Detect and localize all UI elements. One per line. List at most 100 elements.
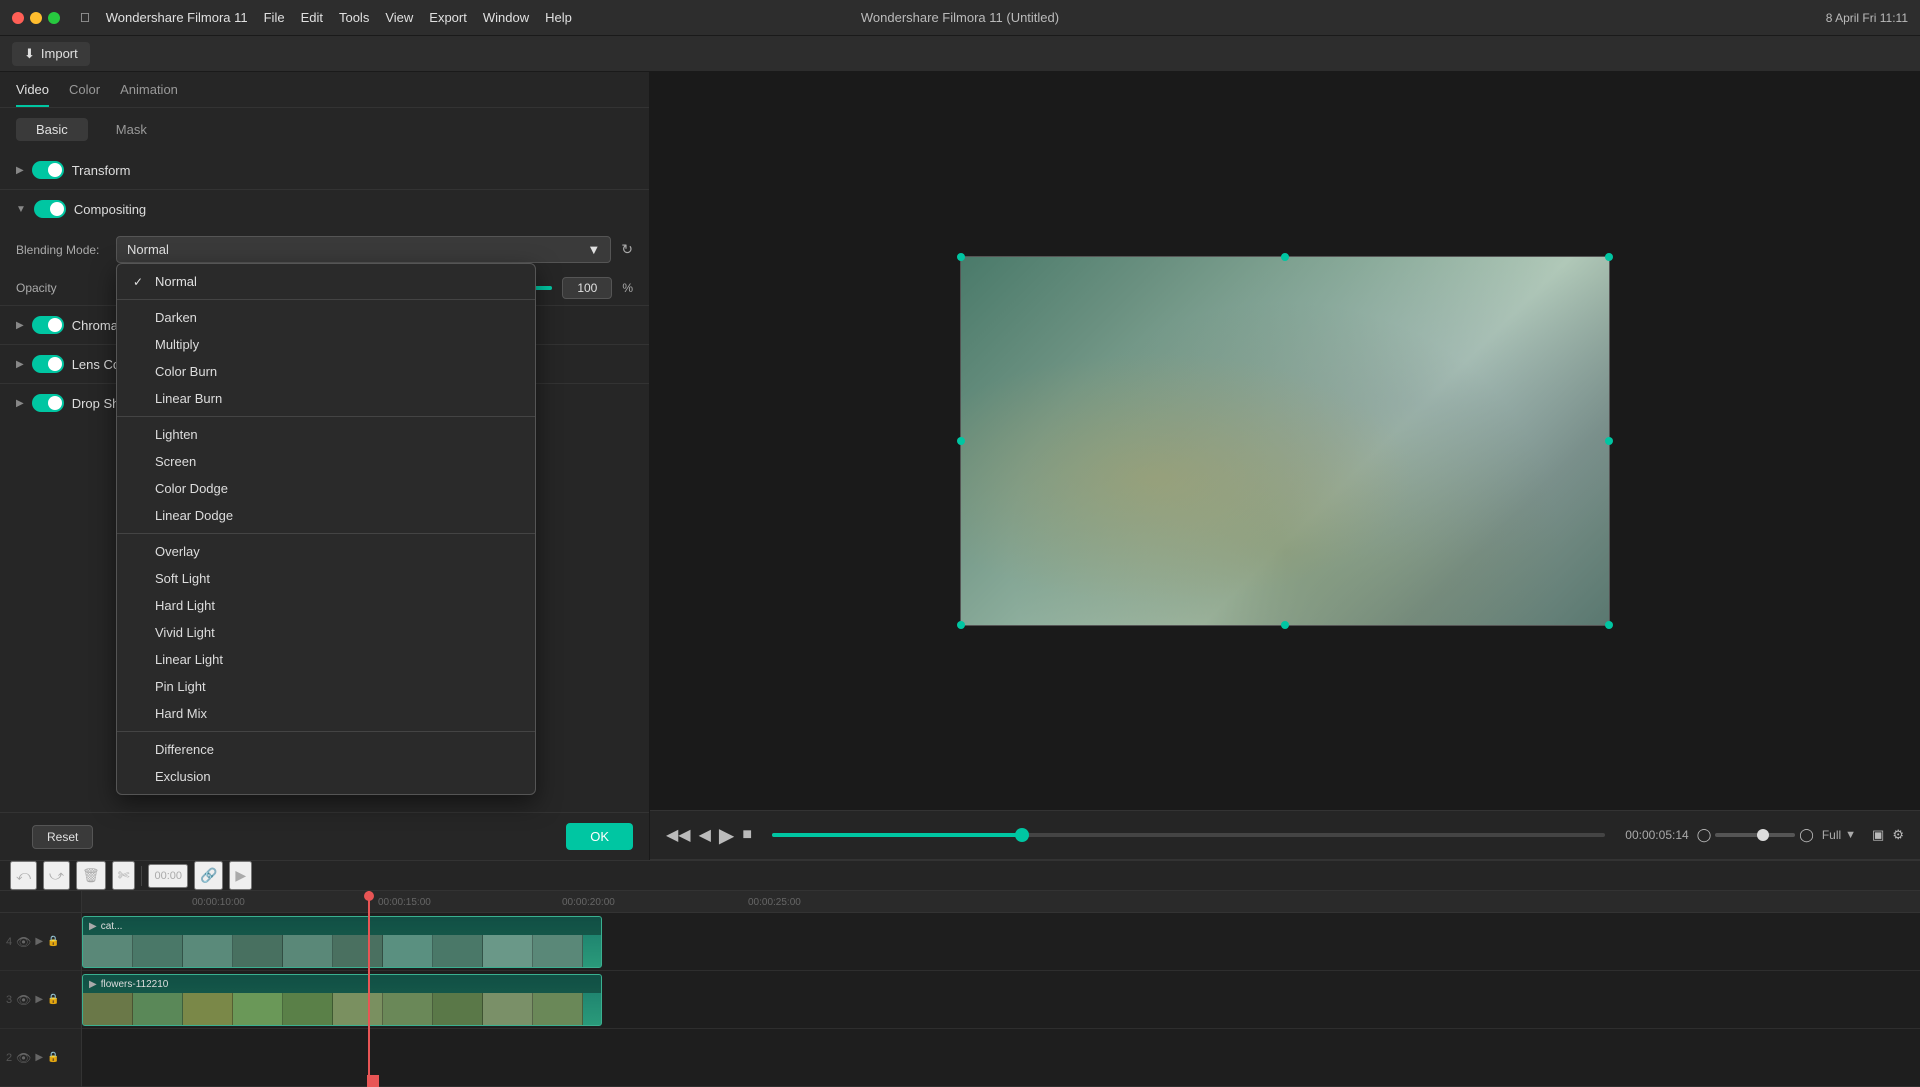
- handle-tm[interactable]: [1281, 253, 1289, 261]
- minimize-button[interactable]: [30, 12, 42, 24]
- clip-flowers-header: ▶ flowers-112210: [83, 975, 601, 993]
- menu-edit[interactable]: Edit: [301, 10, 323, 25]
- handle-mr[interactable]: [1605, 437, 1613, 445]
- blend-option-exclusion[interactable]: Exclusion: [117, 763, 535, 790]
- track-eye-4[interactable]: 👁: [16, 935, 31, 949]
- drop-shadow-toggle[interactable]: [32, 394, 64, 412]
- handle-tr[interactable]: [1605, 253, 1613, 261]
- tab-video[interactable]: Video: [16, 82, 49, 107]
- blend-option-linear-light[interactable]: Linear Light: [117, 646, 535, 673]
- track-lock-2[interactable]: 🔒: [47, 1052, 59, 1063]
- timeline-tool-undo[interactable]: ⤺: [10, 861, 37, 890]
- opacity-value-input[interactable]: [562, 277, 612, 299]
- rewind-button[interactable]: ◀◀: [666, 825, 691, 845]
- transform-arrow[interactable]: ▶: [16, 165, 24, 176]
- track-eye-2[interactable]: 👁: [16, 1051, 31, 1065]
- blend-option-darken[interactable]: Darken: [117, 304, 535, 331]
- menu-tools[interactable]: Tools: [339, 10, 369, 25]
- track-eye-3[interactable]: 👁: [16, 993, 31, 1007]
- reset-button[interactable]: Reset: [32, 825, 93, 849]
- track-lock-3[interactable]: 🔒: [47, 994, 59, 1005]
- divider-2: [117, 416, 535, 417]
- zoom-chevron-icon[interactable]: ▼: [1845, 829, 1856, 841]
- blend-option-soft-light[interactable]: Soft Light: [117, 565, 535, 592]
- zoom-thumb[interactable]: [1757, 829, 1769, 841]
- blend-option-hard-light[interactable]: Hard Light: [117, 592, 535, 619]
- scrubber[interactable]: [772, 833, 1605, 837]
- blend-option-vivid-light[interactable]: Vivid Light: [117, 619, 535, 646]
- handle-ml[interactable]: [957, 437, 965, 445]
- sub-tab-basic[interactable]: Basic: [16, 118, 88, 141]
- timeline-tool-redo[interactable]: ⤻: [43, 861, 70, 890]
- menu-export[interactable]: Export: [429, 10, 467, 25]
- track-lock-4[interactable]: 🔒: [47, 936, 59, 947]
- blending-reset-icon[interactable]: ↻: [621, 241, 633, 258]
- menu-window[interactable]: Window: [483, 10, 529, 25]
- clip-cat[interactable]: ▶ cat...: [82, 916, 602, 968]
- handle-br[interactable]: [1605, 621, 1613, 629]
- ok-button[interactable]: OK: [566, 823, 633, 850]
- blend-option-color-dodge[interactable]: Color Dodge: [117, 475, 535, 502]
- lens-arrow[interactable]: ▶: [16, 359, 24, 370]
- menu-apple[interactable]: : [80, 10, 90, 25]
- clip-flowers[interactable]: ▶ flowers-112210: [82, 974, 602, 1026]
- blend-option-color-burn[interactable]: Color Burn: [117, 358, 535, 385]
- blend-option-linear-burn[interactable]: Linear Burn: [117, 385, 535, 412]
- blend-option-difference[interactable]: Difference: [117, 736, 535, 763]
- timeline-tool-link[interactable]: 🔗: [194, 861, 223, 890]
- blend-option-screen[interactable]: Screen: [117, 448, 535, 475]
- blend-option-lighten[interactable]: Lighten: [117, 421, 535, 448]
- timeline-tool-audio[interactable]: ▶: [229, 861, 252, 890]
- track-vis-2[interactable]: ▶: [35, 1052, 43, 1063]
- play-button[interactable]: ▶: [719, 823, 734, 848]
- sub-tab-mask[interactable]: Mask: [96, 118, 167, 141]
- menu-help[interactable]: Help: [545, 10, 572, 25]
- clip-flowers-name: flowers-112210: [101, 979, 169, 990]
- transform-toggle[interactable]: [32, 161, 64, 179]
- handle-tl[interactable]: [957, 253, 965, 261]
- close-button[interactable]: [12, 12, 24, 24]
- timeline-tool-delete[interactable]: 🗑: [76, 861, 106, 890]
- track-vis-4[interactable]: ▶: [35, 936, 43, 947]
- lens-toggle[interactable]: [32, 355, 64, 373]
- timeline-labels: 4 👁 ▶ 🔒 3 👁 ▶ 🔒 2 👁 ▶ 🔒: [0, 891, 82, 1087]
- upper-area: Video Color Animation Basic Mask ▶ Trans…: [0, 72, 1920, 860]
- blend-option-multiply[interactable]: Multiply: [117, 331, 535, 358]
- zoom-out-icon[interactable]: ◯: [1697, 827, 1712, 843]
- thumb-5: [283, 935, 333, 968]
- blend-option-linear-dodge[interactable]: Linear Dodge: [117, 502, 535, 529]
- zoom-slider[interactable]: [1715, 833, 1795, 837]
- stop-button[interactable]: ■: [742, 826, 752, 844]
- step-back-button[interactable]: ◀: [699, 825, 711, 845]
- blend-option-overlay[interactable]: Overlay: [117, 538, 535, 565]
- thumb-3: [183, 935, 233, 968]
- tab-color[interactable]: Color: [69, 82, 100, 107]
- track-vis-3[interactable]: ▶: [35, 994, 43, 1005]
- handle-bm[interactable]: [1281, 621, 1289, 629]
- titlebar:  Wondershare Filmora 11 File Edit Tools…: [0, 0, 1920, 36]
- timeline-tool-cut[interactable]: ✄: [112, 861, 136, 890]
- menu-app[interactable]: Wondershare Filmora 11: [106, 10, 248, 25]
- screenshot-icon[interactable]: ▣: [1872, 827, 1884, 843]
- blend-option-normal[interactable]: ✓ Normal: [117, 268, 535, 295]
- zoom-in-icon[interactable]: ◯: [1799, 827, 1814, 843]
- clip-flowers-thumbs: [83, 993, 601, 1026]
- compositing-arrow[interactable]: ▼: [16, 204, 26, 215]
- blending-dropdown[interactable]: Normal ▼: [116, 236, 611, 263]
- settings-icon[interactable]: ⚙: [1892, 827, 1904, 843]
- scrubber-thumb[interactable]: [1015, 828, 1029, 842]
- import-button[interactable]: ⬇ Import: [12, 42, 90, 66]
- compositing-toggle[interactable]: [34, 200, 66, 218]
- chroma-key-arrow[interactable]: ▶: [16, 320, 24, 331]
- handle-bl[interactable]: [957, 621, 965, 629]
- maximize-button[interactable]: [48, 12, 60, 24]
- blend-option-pin-light[interactable]: Pin Light: [117, 673, 535, 700]
- menu-view[interactable]: View: [385, 10, 413, 25]
- menu-file[interactable]: File: [264, 10, 285, 25]
- playhead-bottom-marker: [367, 1075, 379, 1087]
- blend-option-hard-mix[interactable]: Hard Mix: [117, 700, 535, 727]
- blending-dropdown-wrapper: Normal ▼ ✓ Normal: [116, 236, 611, 263]
- chroma-key-toggle[interactable]: [32, 316, 64, 334]
- drop-shadow-arrow[interactable]: ▶: [16, 398, 24, 409]
- tab-animation[interactable]: Animation: [120, 82, 178, 107]
